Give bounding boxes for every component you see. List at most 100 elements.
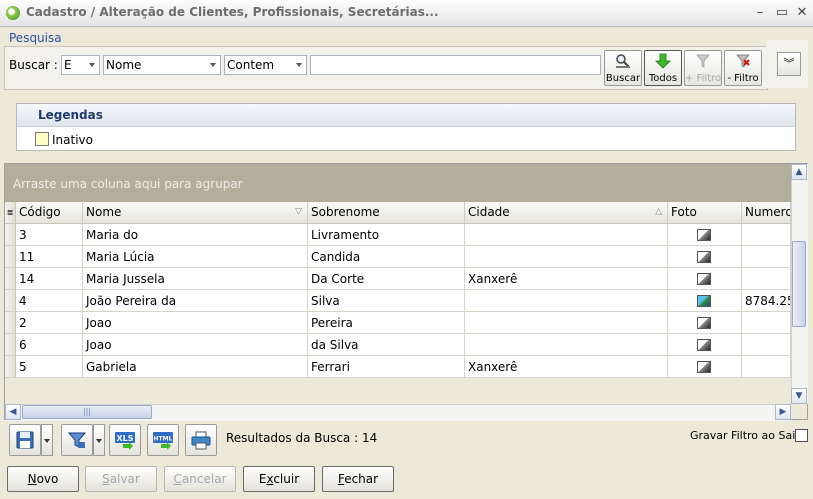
cell-sobrenome: Livramento	[308, 224, 465, 246]
cell-foto	[668, 268, 742, 290]
save-filter-checkbox[interactable]	[795, 429, 808, 442]
photo-icon	[697, 361, 711, 373]
search-input[interactable]	[310, 55, 601, 75]
cell-numero	[742, 356, 791, 378]
export-html-button[interactable]: HTML	[147, 424, 179, 456]
filter-layout-button[interactable]	[61, 424, 93, 456]
table-row[interactable]: 5 Gabriela Ferrari Xanxerê	[5, 356, 791, 378]
xls-icon-label: XLS	[116, 434, 133, 443]
fechar-button[interactable]: Fechar	[322, 466, 394, 492]
export-xls-button[interactable]: XLS	[109, 424, 141, 456]
scroll-up-icon[interactable]: ▲	[791, 164, 807, 180]
expand-panel-button[interactable]: ︾	[777, 52, 801, 76]
column-header-nome[interactable]: Nome ▽	[83, 202, 308, 223]
cell-sobrenome: da Silva	[308, 334, 465, 356]
sort-ascending-icon: △	[655, 207, 662, 217]
cell-foto	[668, 356, 742, 378]
novo-button[interactable]: Novo	[7, 466, 79, 492]
grid-empty-area	[5, 378, 791, 404]
cell-nome: Maria Jussela	[83, 268, 308, 290]
photo-icon	[697, 317, 711, 329]
column-header-cidade[interactable]: Cidade △	[465, 202, 668, 223]
scroll-down-icon[interactable]: ▼	[791, 388, 807, 404]
cell-sobrenome: Pereira	[308, 312, 465, 334]
cell-cidade	[465, 312, 668, 334]
field-select[interactable]: Nome	[103, 55, 221, 75]
scroll-right-icon[interactable]: ▶	[775, 404, 791, 420]
cancelar-label: ancelar	[181, 472, 227, 486]
row-indicator	[5, 268, 16, 290]
cell-sobrenome: Candida	[308, 246, 465, 268]
table-row[interactable]: 4 João Pereira da Silva 8784.25	[5, 290, 791, 312]
funnel-remove-icon	[736, 54, 750, 68]
magnifier-icon	[616, 54, 630, 68]
group-by-hint: Arraste uma coluna aqui para agrupar	[13, 177, 243, 191]
minimize-icon[interactable]: –	[750, 3, 770, 23]
fechar-label: echar	[344, 472, 379, 486]
buscar-label: Buscar	[605, 73, 641, 84]
salvar-button[interactable]: Salvar	[85, 466, 157, 492]
condition-select[interactable]: Contem	[224, 55, 307, 75]
save-layout-dropdown[interactable]	[41, 424, 53, 456]
photo-icon	[697, 251, 711, 263]
chevron-down-icon	[210, 63, 216, 67]
sort-descending-icon: ▽	[295, 207, 302, 217]
legend-swatch-inativo	[35, 132, 49, 146]
column-chooser-icon[interactable]: ≣	[5, 202, 16, 223]
funnel-add-icon	[696, 54, 710, 68]
salvar-label: alvar	[109, 472, 140, 486]
cell-numero	[742, 224, 791, 246]
condition-value: Contem	[227, 58, 275, 72]
html-export-icon: HTML	[153, 432, 173, 450]
cell-codigo: 4	[16, 290, 83, 312]
save-layout-button[interactable]	[9, 424, 41, 456]
print-button[interactable]	[185, 424, 217, 456]
cell-nome: Joao	[83, 312, 308, 334]
scroll-left-icon[interactable]: ◀	[5, 404, 21, 420]
column-header-codigo[interactable]: Código	[16, 202, 83, 223]
maximize-icon[interactable]: ▭	[772, 3, 792, 23]
window-title: Cadastro / Alteração de Clientes, Profis…	[26, 5, 439, 19]
cell-nome: Gabriela	[83, 356, 308, 378]
cell-numero	[742, 246, 791, 268]
remove-filter-button[interactable]: - Filtro	[724, 50, 762, 86]
table-row[interactable]: 6 Joao da Silva	[5, 334, 791, 356]
excluir-button[interactable]: Excluir	[243, 466, 315, 492]
horizontal-scroll-thumb[interactable]: |||	[22, 405, 152, 419]
vertical-scroll-thumb[interactable]	[792, 241, 806, 327]
cell-numero	[742, 268, 791, 290]
cell-codigo: 3	[16, 224, 83, 246]
row-indicator	[5, 356, 16, 378]
chevron-down-icon	[89, 63, 95, 67]
column-header-sobrenome[interactable]: Sobrenome	[308, 202, 465, 223]
column-header-numero[interactable]: Numero	[742, 202, 791, 223]
cell-numero: 8784.25	[742, 290, 791, 312]
operator-select[interactable]: E	[61, 55, 100, 75]
double-chevron-down-icon: ︾	[783, 57, 795, 70]
pesquisa-label: Pesquisa	[9, 31, 62, 45]
cell-cidade	[465, 246, 668, 268]
cell-codigo: 2	[16, 312, 83, 334]
cell-cidade	[465, 224, 668, 246]
printer-icon	[191, 431, 211, 450]
chevron-down-icon	[44, 439, 50, 443]
buscar-button[interactable]: Buscar	[604, 50, 642, 86]
table-row[interactable]: 3 Maria do Livramento	[5, 224, 791, 246]
table-row[interactable]: 11 Maria Lúcia Candida	[5, 246, 791, 268]
cell-foto	[668, 290, 742, 312]
add-filter-button[interactable]: + Filtro	[684, 50, 722, 86]
close-icon[interactable]: ✕	[792, 3, 812, 23]
cell-foto	[668, 246, 742, 268]
cell-nome: Joao	[83, 334, 308, 356]
add-filter-label: + Filtro	[685, 73, 722, 84]
table-row[interactable]: 2 Joao Pereira	[5, 312, 791, 334]
cell-sobrenome: Ferrari	[308, 356, 465, 378]
floppy-icon	[16, 431, 34, 449]
filter-layout-dropdown[interactable]	[93, 424, 105, 456]
todos-button[interactable]: Todos	[644, 50, 682, 86]
table-row[interactable]: 14 Maria Jussela Da Corte Xanxerê	[5, 268, 791, 290]
cell-numero	[742, 312, 791, 334]
cancelar-button[interactable]: Cancelar	[164, 466, 236, 492]
column-header-foto[interactable]: Foto	[668, 202, 742, 223]
operator-value: E	[64, 58, 72, 72]
